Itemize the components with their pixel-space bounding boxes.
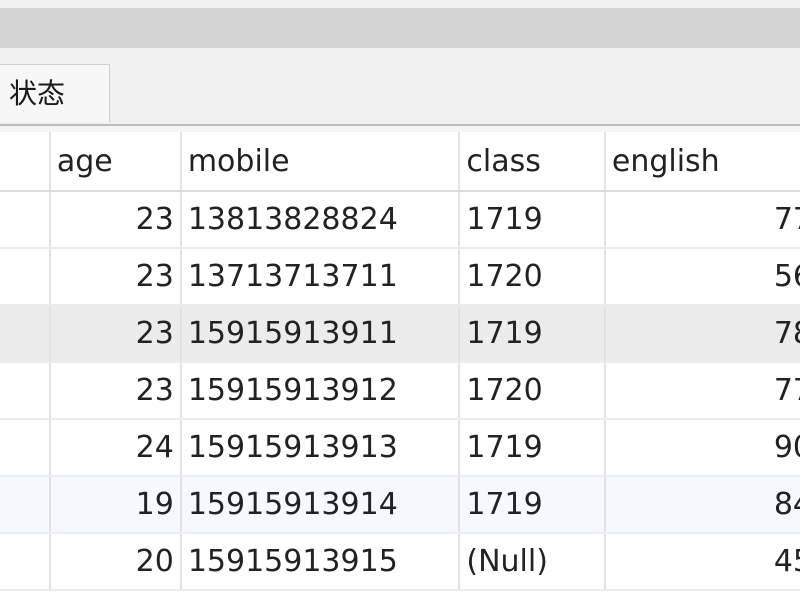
class-cell-null[interactable]: (Null) [459, 533, 606, 591]
row-cell-partial[interactable] [0, 362, 51, 420]
english-cell[interactable]: 90 [604, 419, 800, 477]
column-header-mobile[interactable]: mobile [180, 132, 461, 192]
class-cell[interactable]: 1719 [459, 191, 606, 249]
class-cell[interactable]: 1720 [459, 248, 606, 306]
table-row[interactable]: 23 15915913912 1720 77 [0, 362, 800, 420]
english-cell[interactable]: 45 [604, 533, 800, 591]
age-cell[interactable]: 23 [49, 362, 182, 420]
english-cell[interactable]: 78 [604, 305, 800, 363]
grid-top-border [0, 124, 800, 132]
mobile-cell[interactable]: 15915913915 [180, 533, 461, 591]
table-row[interactable]: 23 13813828824 1719 77 [0, 191, 800, 249]
table-row[interactable]: 20 15915913915 (Null) 45 [0, 533, 800, 591]
english-cell[interactable]: 56 [604, 248, 800, 306]
top-strip [0, 0, 800, 8]
table-row[interactable]: 24 15915913913 1719 90 [0, 419, 800, 477]
mobile-cell[interactable]: 13713713711 [180, 248, 461, 306]
mobile-cell[interactable]: 15915913913 [180, 419, 461, 477]
mobile-cell[interactable]: 15915913912 [180, 362, 461, 420]
column-header-class[interactable]: class [459, 132, 606, 192]
age-cell[interactable]: 23 [49, 191, 182, 249]
tab-status[interactable]: 状态 [0, 64, 110, 122]
title-bar [0, 8, 800, 48]
mobile-cell[interactable]: 15915913911 [180, 305, 461, 363]
row-cell-partial[interactable] [0, 533, 51, 591]
table-row-hover[interactable]: 19 15915913914 1719 84 [0, 476, 800, 534]
class-cell[interactable]: 1719 [459, 476, 606, 534]
age-cell[interactable]: 23 [49, 248, 182, 306]
column-header-partial[interactable] [0, 132, 51, 192]
row-cell-partial[interactable] [0, 476, 51, 534]
viewport: 状态 age mobile class english 23 138138288… [0, 0, 800, 600]
table-row-selected[interactable]: 23 15915913911 1719 78 [0, 305, 800, 363]
english-cell[interactable]: 84 [604, 476, 800, 534]
header-row: age mobile class english [0, 132, 800, 192]
class-cell[interactable]: 1720 [459, 362, 606, 420]
age-cell[interactable]: 23 [49, 305, 182, 363]
english-cell[interactable]: 77 [604, 191, 800, 249]
row-cell-partial[interactable] [0, 305, 51, 363]
data-grid: age mobile class english 23 13813828824 … [0, 132, 800, 591]
age-cell[interactable]: 24 [49, 419, 182, 477]
tab-bar: 状态 [0, 48, 800, 124]
class-cell[interactable]: 1719 [459, 305, 606, 363]
class-cell[interactable]: 1719 [459, 419, 606, 477]
row-cell-partial[interactable] [0, 419, 51, 477]
age-cell[interactable]: 19 [49, 476, 182, 534]
row-cell-partial[interactable] [0, 191, 51, 249]
table-row[interactable]: 23 13713713711 1720 56 [0, 248, 800, 306]
column-header-age[interactable]: age [49, 132, 182, 192]
column-header-english[interactable]: english [604, 132, 800, 192]
mobile-cell[interactable]: 15915913914 [180, 476, 461, 534]
english-cell[interactable]: 77 [604, 362, 800, 420]
row-cell-partial[interactable] [0, 248, 51, 306]
mobile-cell[interactable]: 13813828824 [180, 191, 461, 249]
age-cell[interactable]: 20 [49, 533, 182, 591]
